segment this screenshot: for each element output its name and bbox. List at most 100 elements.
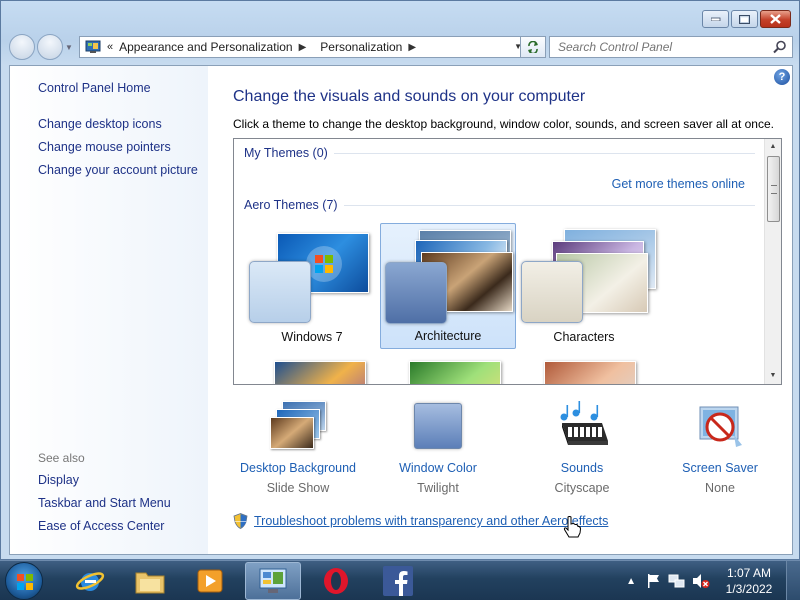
show-desktop-button[interactable] (786, 561, 800, 600)
scrollbar-thumb[interactable] (767, 156, 780, 222)
sidebar-change-account-picture[interactable]: Change your account picture (38, 163, 198, 177)
clock[interactable]: 1:07 AM 1/3/2022 (718, 565, 780, 597)
my-themes-group[interactable]: My Themes (0) (244, 146, 755, 160)
scroll-up-icon[interactable]: ▲ (765, 139, 781, 155)
group-divider (333, 152, 755, 154)
taskbar-opera[interactable] (308, 562, 364, 600)
system-tray: ▲ 1:07 AM 1/3/2022 (626, 561, 800, 600)
instruction-text: Click a theme to change the desktop back… (233, 117, 774, 131)
windows-logo-icon (17, 574, 33, 590)
search-icon[interactable] (773, 40, 787, 54)
window-color-item[interactable]: Window Color Twilight (373, 401, 503, 495)
close-button[interactable] (760, 10, 791, 28)
sidebar-control-panel-home[interactable]: Control Panel Home (38, 81, 151, 95)
network-icon[interactable] (668, 573, 686, 589)
breadcrumb-personalization[interactable]: Personalization ▶ (320, 40, 422, 54)
taskbar-facebook[interactable] (370, 562, 426, 600)
maximize-button[interactable] (731, 10, 758, 28)
breadcrumb-overflow-icon[interactable]: « (107, 41, 113, 53)
search-input[interactable] (558, 40, 768, 54)
sidebar-display[interactable]: Display (38, 473, 79, 487)
troubleshoot-link[interactable]: Troubleshoot problems with transparency … (254, 514, 608, 528)
windows-explorer-icon (135, 572, 165, 594)
minimize-button[interactable] (702, 10, 729, 28)
get-more-themes-link[interactable]: Get more themes online (612, 177, 745, 191)
help-icon[interactable]: ? (774, 69, 790, 85)
theme-preview-partial[interactable] (544, 361, 636, 384)
sidebar-change-desktop-icons[interactable]: Change desktop icons (38, 117, 162, 131)
bottom-item-value: Twilight (417, 481, 459, 495)
uac-shield-icon (233, 513, 248, 529)
sounds-item[interactable]: Sounds Cityscape (517, 401, 647, 495)
navigation-bar: ▼ « Appearance and Personalization ▶ Per… (9, 34, 793, 60)
page-title: Change the visuals and sounds on your co… (233, 88, 586, 105)
refresh-icon (528, 41, 538, 53)
theme-list-scrollbar[interactable]: ▲ ▼ (764, 139, 781, 384)
opera-icon (324, 568, 348, 594)
bottom-item-title: Sounds (560, 461, 604, 475)
taskbar-control-panel[interactable] (245, 562, 301, 600)
desktop-background-item[interactable]: Desktop Background Slide Show (233, 401, 363, 495)
minimize-icon (710, 17, 720, 21)
media-player-icon (197, 569, 223, 593)
address-bar[interactable]: « Appearance and Personalization ▶ Perso… (79, 36, 527, 58)
theme-preview-partial[interactable] (274, 361, 366, 384)
aero-themes-group[interactable]: Aero Themes (7) (244, 198, 755, 212)
bottom-item-value: Slide Show (266, 481, 330, 495)
window-color-icon (408, 401, 468, 453)
taskbar-windows-explorer[interactable] (122, 562, 178, 600)
screen-saver-icon (690, 401, 750, 453)
troubleshoot-row: Troubleshoot problems with transparency … (233, 513, 608, 529)
sidebar-taskbar-start-menu[interactable]: Taskbar and Start Menu (38, 496, 171, 510)
bottom-item-value: None (705, 481, 735, 495)
content-area: Control Panel Home Change desktop icons … (9, 65, 793, 555)
window-color-swatch (521, 261, 583, 323)
volume-muted-icon[interactable] (692, 573, 710, 589)
group-label: My Themes (0) (244, 146, 328, 160)
recent-pages-dropdown[interactable]: ▼ (65, 43, 75, 52)
caption-buttons (700, 10, 791, 28)
theme-windows-7[interactable]: Windows 7 (244, 223, 380, 349)
window-color-swatch (249, 261, 311, 323)
bottom-item-value: Cityscape (554, 481, 610, 495)
refresh-button[interactable] (520, 36, 546, 58)
theme-label: Windows 7 (281, 330, 343, 344)
breadcrumb-separator-icon[interactable]: ▶ (408, 42, 416, 53)
action-center-flag-icon[interactable] (646, 573, 662, 589)
clock-time: 1:07 AM (726, 566, 772, 580)
theme-settings-row: Desktop Background Slide Show Window Col… (233, 401, 782, 501)
back-button[interactable] (9, 34, 35, 60)
breadcrumb-label: Appearance and Personalization (119, 40, 293, 54)
theme-architecture[interactable]: Architecture (380, 223, 516, 349)
bottom-item-title: Screen Saver (682, 461, 758, 475)
desktop-background-icon (268, 401, 328, 453)
sounds-icon (552, 401, 612, 453)
show-hidden-icons[interactable]: ▲ (626, 576, 636, 587)
internet-explorer-icon (75, 572, 105, 591)
screen-saver-item[interactable]: Screen Saver None (655, 401, 785, 495)
sidebar-ease-of-access[interactable]: Ease of Access Center (38, 519, 164, 533)
facebook-icon (383, 566, 413, 596)
theme-list[interactable]: My Themes (0) Get more themes online Aer… (233, 138, 782, 385)
breadcrumb-appearance[interactable]: Appearance and Personalization ▶ (119, 40, 312, 54)
taskbar-internet-explorer[interactable] (62, 562, 118, 600)
theme-preview-partial[interactable] (409, 361, 501, 384)
clock-date: 1/3/2022 (725, 582, 773, 596)
sidebar-change-mouse-pointers[interactable]: Change mouse pointers (38, 140, 171, 154)
main-panel: ? Change the visuals and sounds on your … (208, 66, 792, 554)
breadcrumb-separator-icon[interactable]: ▶ (299, 42, 307, 53)
see-also-heading: See also (38, 451, 85, 465)
forward-button[interactable] (37, 34, 63, 60)
taskbar-media-player[interactable] (182, 562, 238, 600)
bottom-item-title: Desktop Background (239, 461, 357, 475)
search-box[interactable] (549, 36, 793, 58)
sidebar: Control Panel Home Change desktop icons … (10, 66, 208, 554)
theme-label: Architecture (414, 329, 482, 343)
theme-label: Characters (553, 330, 615, 344)
scroll-down-icon[interactable]: ▼ (765, 368, 781, 384)
theme-characters[interactable]: Characters (516, 223, 656, 349)
bottom-item-title: Window Color (399, 461, 477, 475)
hand-cursor-icon (563, 516, 581, 538)
control-panel-icon (259, 568, 287, 593)
start-button[interactable] (5, 562, 43, 600)
